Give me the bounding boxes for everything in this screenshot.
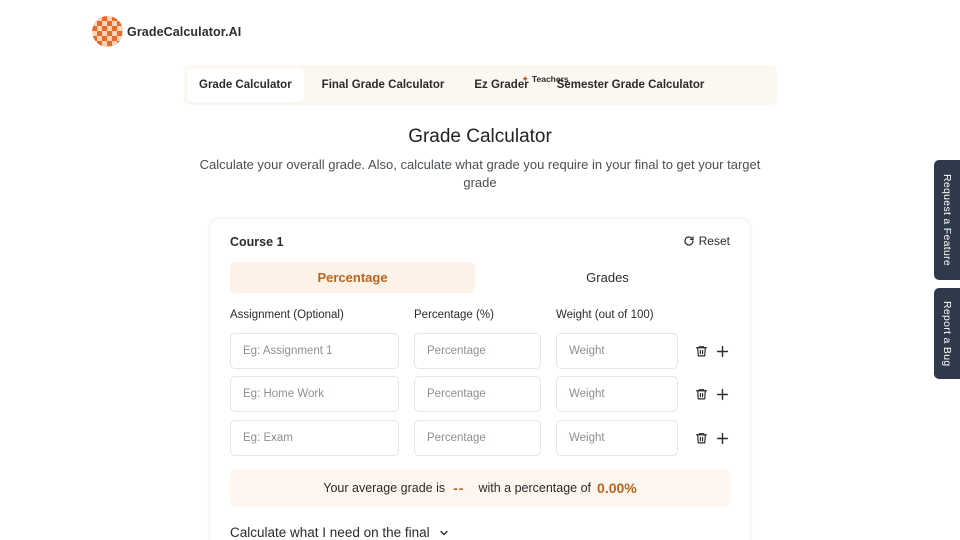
result-prefix: Your average grade is [323, 481, 446, 495]
report-bug-tab[interactable]: Report a Bug [934, 288, 960, 379]
brand-logo[interactable]: GradeCalculator.AI [92, 16, 241, 47]
nav-item-grade-calculator[interactable]: Grade Calculator [187, 68, 304, 102]
nav-item-semester-grade-calculator[interactable]: Semester Grade Calculator [547, 68, 715, 102]
calculate-final-toggle[interactable]: Calculate what I need on the final [230, 525, 450, 540]
percentage-input[interactable] [414, 420, 541, 456]
average-grade-value: -- [453, 480, 465, 496]
percentage-input[interactable] [414, 376, 541, 412]
assignment-input[interactable] [230, 333, 399, 369]
trash-icon[interactable] [693, 342, 709, 360]
plus-icon[interactable] [714, 429, 730, 447]
assignment-input[interactable] [230, 376, 399, 412]
request-feature-tab[interactable]: Request a Feature [934, 160, 960, 280]
assignment-input[interactable] [230, 420, 399, 456]
refresh-icon [684, 236, 694, 246]
result-middle: with a percentage of [478, 481, 592, 495]
average-grade-result: Your average grade is -- with a percenta… [230, 469, 730, 507]
calculate-final-label: Calculate what I need on the final [230, 525, 430, 540]
plus-icon[interactable] [714, 342, 730, 360]
mode-toggle: Percentage Grades [230, 262, 730, 293]
weight-input[interactable] [556, 333, 678, 369]
trash-icon[interactable] [693, 385, 709, 403]
column-label-assignment: Assignment (Optional) [230, 309, 344, 321]
course-title: Course 1 [230, 235, 284, 249]
trash-icon[interactable] [693, 429, 709, 447]
course-card: Course 1 Reset Percentage Grades Assignm… [210, 219, 750, 540]
percentage-input[interactable] [414, 333, 541, 369]
reset-label: Reset [698, 234, 730, 248]
reset-button[interactable]: Reset [683, 234, 730, 248]
logo-icon [92, 16, 123, 47]
report-bug-label: Report a Bug [941, 300, 953, 367]
request-feature-label: Request a Feature [941, 173, 953, 267]
weight-input[interactable] [556, 420, 678, 456]
average-percentage-value: 0.00% [597, 480, 637, 496]
sparkle-icon: ✦ [521, 73, 529, 84]
column-label-percentage: Percentage (%) [414, 309, 494, 321]
weight-input[interactable] [556, 376, 678, 412]
column-label-weight: Weight (out of 100) [556, 309, 654, 321]
page-subtitle: Calculate your overall grade. Also, calc… [199, 157, 761, 190]
plus-icon[interactable] [714, 385, 730, 403]
main-nav: Grade Calculator Final Grade Calculator … [184, 65, 777, 105]
nav-item-final-grade-calculator[interactable]: Final Grade Calculator [312, 68, 455, 102]
chevron-down-icon [439, 530, 448, 535]
brand-name: GradeCalculator.AI [127, 24, 242, 39]
tab-grades[interactable]: Grades [485, 262, 730, 293]
page-title: Grade Calculator [408, 126, 552, 147]
nav-item-ez-grader[interactable]: Ez Grader ✦ Teachers [464, 68, 568, 102]
tab-percentage[interactable]: Percentage [230, 262, 475, 293]
